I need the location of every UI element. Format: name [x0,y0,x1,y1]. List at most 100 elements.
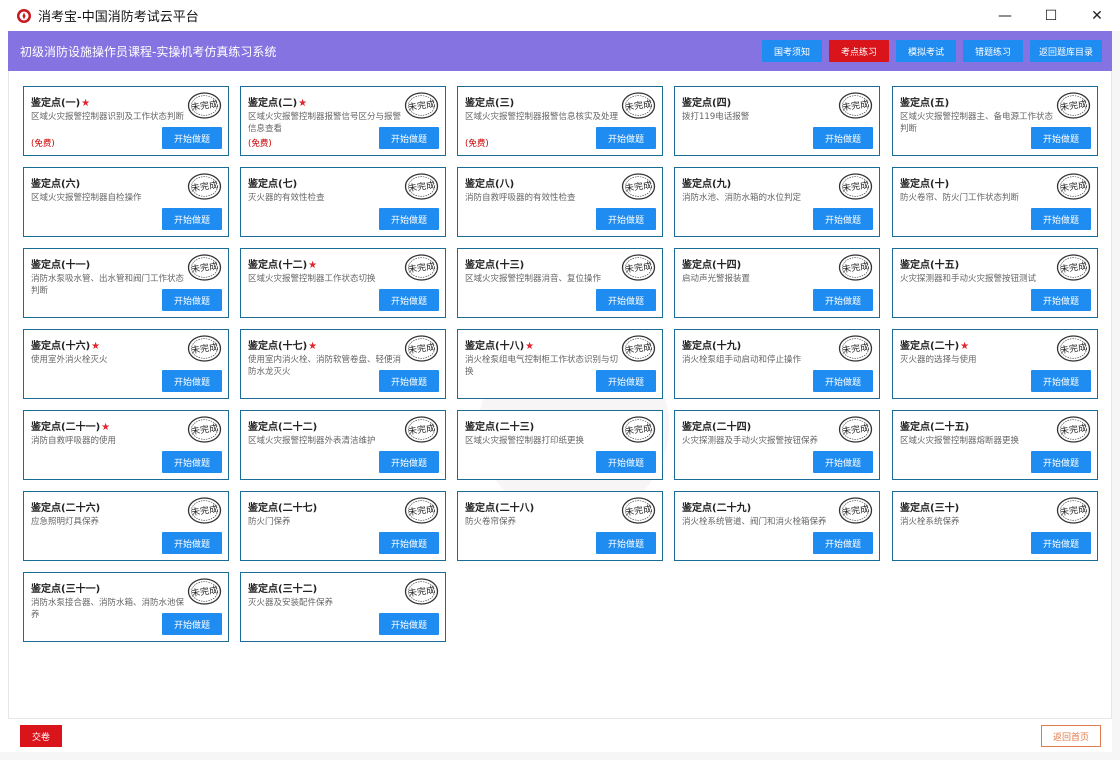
start-practice-button[interactable]: 开始做题 [379,289,439,311]
start-practice-button[interactable]: 开始做题 [596,370,656,392]
start-practice-button[interactable]: 开始做题 [1031,208,1091,230]
system-title: 初级消防设施操作员课程-实操机考仿真练习系统 [20,44,277,59]
minimize-button[interactable]: — [982,0,1028,31]
start-practice-button[interactable]: 开始做题 [596,208,656,230]
star-icon: ★ [960,341,970,352]
start-practice-button[interactable]: 开始做题 [813,289,873,311]
card-description: 消防自救呼吸器的有效性检查 [465,193,576,203]
start-practice-button[interactable]: 开始做题 [813,532,873,554]
svg-text:未完成: 未完成 [841,341,869,357]
incomplete-stamp-icon: 未完成 [621,496,656,525]
svg-text:未完成: 未完成 [407,98,435,114]
start-practice-button[interactable]: 开始做题 [379,208,439,230]
start-practice-button[interactable]: 开始做题 [162,208,222,230]
card-title: 鉴定点(二十五) [900,418,969,433]
incomplete-stamp-icon: 未完成 [1056,91,1091,120]
maximize-button[interactable]: ☐ [1028,0,1074,31]
start-practice-button[interactable]: 开始做题 [813,451,873,473]
card-description: 拨打119电话报警 [682,112,750,122]
start-practice-button[interactable]: 开始做题 [813,127,873,149]
start-practice-button[interactable]: 开始做题 [596,532,656,554]
card-description: 灭火器的选择与使用 [900,355,977,365]
incomplete-stamp-icon: 未完成 [187,496,222,525]
card-title: 鉴定点(三十) [900,499,959,514]
start-practice-button[interactable]: 开始做题 [596,451,656,473]
submit-paper-button[interactable]: 交卷 [20,725,62,747]
card-title-text: 鉴定点(三十一) [31,584,101,595]
practice-point-card: 鉴定点(十四) 启动声光警报装置 未完成 开始做题 [674,248,880,318]
window-titlebar[interactable]: 消考宝-中国消防考试云平台 — ☐ ✕ [0,0,1120,31]
svg-text:未完成: 未完成 [841,179,869,195]
start-practice-button[interactable]: 开始做题 [379,613,439,635]
svg-text:未完成: 未完成 [190,98,218,114]
minimize-icon: — [998,7,1012,24]
start-practice-button[interactable]: 开始做题 [162,451,222,473]
card-title-text: 鉴定点(二十一) [31,422,101,433]
svg-text:未完成: 未完成 [1059,503,1087,519]
start-practice-button[interactable]: 开始做题 [596,289,656,311]
card-title-text: 鉴定点(五) [900,98,950,109]
incomplete-stamp-icon: 未完成 [404,496,439,525]
start-practice-button[interactable]: 开始做题 [1031,451,1091,473]
svg-text:未完成: 未完成 [841,98,869,114]
nav-back-to-catalog-button[interactable]: 返回题库目录 [1030,40,1102,62]
svg-text:未完成: 未完成 [624,260,652,276]
start-practice-button[interactable]: 开始做题 [162,289,222,311]
incomplete-stamp-icon: 未完成 [621,415,656,444]
practice-point-card: 鉴定点(二十六) 应急照明灯具保养 未完成开始做题 [23,491,229,561]
practice-point-card: 鉴定点(十二)★ 区域火灾报警控制器工作状态切换 未完成 开始做题 [240,248,446,318]
svg-text:未完成: 未完成 [407,179,435,195]
svg-text:未完成: 未完成 [407,341,435,357]
card-title: 鉴定点(二十一)★ [31,418,110,433]
back-home-button[interactable]: 返回首页 [1041,725,1101,747]
start-practice-button[interactable]: 开始做题 [162,127,222,149]
nav-wrong-practice-button[interactable]: 错题练习 [963,40,1023,62]
start-practice-button[interactable]: 开始做题 [813,208,873,230]
card-description: 应急照明灯具保养 [31,517,100,527]
card-title-text: 鉴定点(十八) [465,341,525,352]
start-practice-button[interactable]: 开始做题 [1031,532,1091,554]
start-practice-button[interactable]: 开始做题 [379,451,439,473]
nav-point-practice-button[interactable]: 考点练习 [829,40,889,62]
svg-text:未完成: 未完成 [407,584,435,600]
card-title-text: 鉴定点(二十六) [31,503,101,514]
card-title: 鉴定点(十七)★ [248,337,317,352]
svg-text:未完成: 未完成 [841,422,869,438]
start-practice-button[interactable]: 开始做题 [813,370,873,392]
start-practice-button[interactable]: 开始做题 [1031,289,1091,311]
card-description: 防火卷帘保养 [465,517,517,527]
close-icon: ✕ [1091,7,1103,24]
start-practice-button[interactable]: 开始做题 [379,127,439,149]
incomplete-stamp-icon: 未完成 [404,91,439,120]
start-practice-button[interactable]: 开始做题 [1031,370,1091,392]
start-practice-button[interactable]: 开始做题 [162,613,222,635]
card-title: 鉴定点(二十八) [465,499,534,514]
card-description: 防火门保养 [248,517,291,527]
card-description: 区域火灾报警控制器熔断器更换 [900,436,1020,446]
card-title: 鉴定点(五) [900,94,949,109]
card-title-text: 鉴定点(三十) [900,503,960,514]
nav-exam-notice-button[interactable]: 国考须知 [762,40,822,62]
svg-text:未完成: 未完成 [624,179,652,195]
nav-mock-exam-button[interactable]: 模拟考试 [896,40,956,62]
practice-point-card: 鉴定点(十) 防火卷帘、防火门工作状态判断 未完成 开始做题 [892,167,1098,237]
close-button[interactable]: ✕ [1074,0,1120,31]
card-title: 鉴定点(二十九) [682,499,751,514]
svg-text:未完成: 未完成 [841,260,869,276]
practice-point-card: 鉴定点(五) 区域火灾报警控制器主、备电源工作状态判断 未完成 开始做题 [892,86,1098,156]
card-title-text: 鉴定点(十五) [900,260,960,271]
practice-point-card: 鉴定点(二十三) 区域火灾报警控制器打印纸更换 未完成 开始做题 [457,410,663,480]
incomplete-stamp-icon: 未完成 [621,334,656,363]
incomplete-stamp-icon: 未完成 [838,415,873,444]
start-practice-button[interactable]: 开始做题 [596,127,656,149]
incomplete-stamp-icon: 未完成 [621,172,656,201]
card-title: 鉴定点(二十四) [682,418,751,433]
practice-point-card: 鉴定点(二十八) 防火卷帘保养 未完成开始做题 [457,491,663,561]
practice-point-card: 鉴定点(二十)★ 灭火器的选择与使用 未完成 开始做题 [892,329,1098,399]
start-practice-button[interactable]: 开始做题 [379,532,439,554]
start-practice-button[interactable]: 开始做题 [1031,127,1091,149]
card-title: 鉴定点(十八)★ [465,337,534,352]
start-practice-button[interactable]: 开始做题 [162,532,222,554]
start-practice-button[interactable]: 开始做题 [379,370,439,392]
start-practice-button[interactable]: 开始做题 [162,370,222,392]
